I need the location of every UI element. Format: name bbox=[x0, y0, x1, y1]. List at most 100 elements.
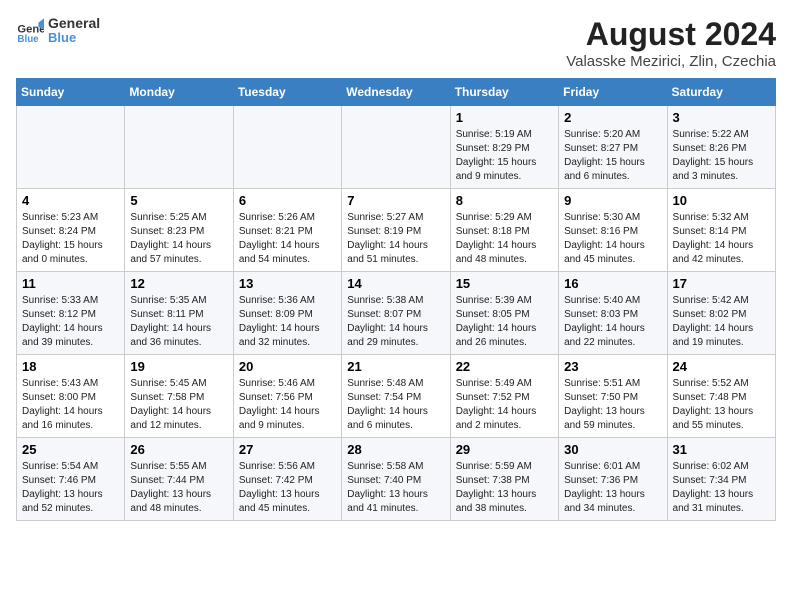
day-info: Sunrise: 5:39 AM Sunset: 8:05 PM Dayligh… bbox=[456, 295, 537, 348]
day-cell: 9 Sunrise: 5:30 AM Sunset: 8:16 PM Daylig… bbox=[559, 189, 667, 272]
calendar-header: SundayMondayTuesdayWednesdayThursdayFrid… bbox=[17, 79, 776, 106]
day-info: Sunrise: 5:25 AM Sunset: 8:23 PM Dayligh… bbox=[130, 212, 211, 265]
day-cell: 5 Sunrise: 5:25 AM Sunset: 8:23 PM Daylig… bbox=[125, 189, 233, 272]
logo-blue: Blue bbox=[48, 31, 100, 45]
col-header-wednesday: Wednesday bbox=[342, 79, 450, 106]
day-cell: 16Sunrise: 5:40 AM Sunset: 8:03 PM Dayli… bbox=[559, 272, 667, 355]
week-row-5: 25 Sunrise: 5:54 AM Sunset: 7:46 PM Dayli… bbox=[17, 438, 776, 521]
day-info: Sunrise: 5:51 AM Sunset: 7:50 PM Dayligh… bbox=[564, 378, 645, 431]
page-subtitle: Valasske Mezirici, Zlin, Czechia bbox=[566, 53, 776, 70]
day-number: 5 bbox=[130, 193, 227, 208]
day-cell: 23 Sunrise: 5:51 AM Sunset: 7:50 PM Dayli… bbox=[559, 355, 667, 438]
day-cell: 7 Sunrise: 5:27 AM Sunset: 8:19 PM Daylig… bbox=[342, 189, 450, 272]
day-number: 29 bbox=[456, 442, 553, 457]
day-cell: 18 Sunrise: 5:43 AM Sunset: 8:00 PM Dayli… bbox=[17, 355, 125, 438]
day-info: Sunrise: 5:46 AM Sunset: 7:56 PM Dayligh… bbox=[239, 378, 320, 431]
day-info: Sunrise: 6:02 AM Sunset: 7:34 PM Dayligh… bbox=[673, 461, 754, 514]
day-info: Sunrise: 5:32 AM Sunset: 8:14 PM Dayligh… bbox=[673, 212, 754, 265]
day-cell: 4Sunrise: 5:23 AM Sunset: 8:24 PM Daylig… bbox=[17, 189, 125, 272]
day-info: Sunrise: 5:35 AM Sunset: 8:11 PM Dayligh… bbox=[130, 295, 211, 348]
day-cell: 10 Sunrise: 5:32 AM Sunset: 8:14 PM Dayli… bbox=[667, 189, 775, 272]
day-cell: 22Sunrise: 5:49 AM Sunset: 7:52 PM Dayli… bbox=[450, 355, 558, 438]
day-number: 21 bbox=[347, 359, 444, 374]
day-cell: 12 Sunrise: 5:35 AM Sunset: 8:11 PM Dayli… bbox=[125, 272, 233, 355]
day-info: Sunrise: 5:33 AM Sunset: 8:12 PM Dayligh… bbox=[22, 295, 103, 348]
week-row-4: 18 Sunrise: 5:43 AM Sunset: 8:00 PM Dayli… bbox=[17, 355, 776, 438]
day-info: Sunrise: 5:26 AM Sunset: 8:21 PM Dayligh… bbox=[239, 212, 320, 265]
day-number: 23 bbox=[564, 359, 661, 374]
day-number: 13 bbox=[239, 276, 336, 291]
day-cell: 27 Sunrise: 5:56 AM Sunset: 7:42 PM Dayli… bbox=[233, 438, 341, 521]
day-number: 2 bbox=[564, 110, 661, 125]
day-number: 18 bbox=[22, 359, 119, 374]
day-info: Sunrise: 5:22 AM Sunset: 8:26 PM Dayligh… bbox=[673, 129, 754, 182]
day-cell: 20 Sunrise: 5:46 AM Sunset: 7:56 PM Dayli… bbox=[233, 355, 341, 438]
day-info: Sunrise: 5:54 AM Sunset: 7:46 PM Dayligh… bbox=[22, 461, 103, 514]
col-header-monday: Monday bbox=[125, 79, 233, 106]
day-number: 31 bbox=[673, 442, 770, 457]
calendar-table: SundayMondayTuesdayWednesdayThursdayFrid… bbox=[16, 78, 776, 521]
day-cell bbox=[342, 106, 450, 189]
col-header-friday: Friday bbox=[559, 79, 667, 106]
day-cell bbox=[233, 106, 341, 189]
day-cell: 26Sunrise: 5:55 AM Sunset: 7:44 PM Dayli… bbox=[125, 438, 233, 521]
day-info: Sunrise: 5:59 AM Sunset: 7:38 PM Dayligh… bbox=[456, 461, 537, 514]
day-number: 28 bbox=[347, 442, 444, 457]
day-number: 20 bbox=[239, 359, 336, 374]
day-number: 25 bbox=[22, 442, 119, 457]
week-row-1: 1Sunrise: 5:19 AM Sunset: 8:29 PM Daylig… bbox=[17, 106, 776, 189]
col-header-sunday: Sunday bbox=[17, 79, 125, 106]
day-cell: 19 Sunrise: 5:45 AM Sunset: 7:58 PM Dayli… bbox=[125, 355, 233, 438]
day-number: 9 bbox=[564, 193, 661, 208]
day-cell: 30Sunrise: 6:01 AM Sunset: 7:36 PM Dayli… bbox=[559, 438, 667, 521]
day-cell: 11 Sunrise: 5:33 AM Sunset: 8:12 PM Dayli… bbox=[17, 272, 125, 355]
week-row-3: 11 Sunrise: 5:33 AM Sunset: 8:12 PM Dayli… bbox=[17, 272, 776, 355]
day-cell: 14Sunrise: 5:38 AM Sunset: 8:07 PM Dayli… bbox=[342, 272, 450, 355]
day-cell: 31 Sunrise: 6:02 AM Sunset: 7:34 PM Dayli… bbox=[667, 438, 775, 521]
day-cell: 24Sunrise: 5:52 AM Sunset: 7:48 PM Dayli… bbox=[667, 355, 775, 438]
day-info: Sunrise: 5:56 AM Sunset: 7:42 PM Dayligh… bbox=[239, 461, 320, 514]
day-info: Sunrise: 5:36 AM Sunset: 8:09 PM Dayligh… bbox=[239, 295, 320, 348]
calendar-body: 1Sunrise: 5:19 AM Sunset: 8:29 PM Daylig… bbox=[17, 106, 776, 521]
day-info: Sunrise: 5:43 AM Sunset: 8:00 PM Dayligh… bbox=[22, 378, 103, 431]
day-info: Sunrise: 5:45 AM Sunset: 7:58 PM Dayligh… bbox=[130, 378, 211, 431]
day-info: Sunrise: 5:42 AM Sunset: 8:02 PM Dayligh… bbox=[673, 295, 754, 348]
day-number: 12 bbox=[130, 276, 227, 291]
day-cell bbox=[125, 106, 233, 189]
day-info: Sunrise: 6:01 AM Sunset: 7:36 PM Dayligh… bbox=[564, 461, 645, 514]
day-info: Sunrise: 5:58 AM Sunset: 7:40 PM Dayligh… bbox=[347, 461, 428, 514]
day-cell bbox=[17, 106, 125, 189]
day-info: Sunrise: 5:38 AM Sunset: 8:07 PM Dayligh… bbox=[347, 295, 428, 348]
day-cell: 29 Sunrise: 5:59 AM Sunset: 7:38 PM Dayli… bbox=[450, 438, 558, 521]
col-header-saturday: Saturday bbox=[667, 79, 775, 106]
header-row: SundayMondayTuesdayWednesdayThursdayFrid… bbox=[17, 79, 776, 106]
col-header-thursday: Thursday bbox=[450, 79, 558, 106]
day-number: 11 bbox=[22, 276, 119, 291]
day-number: 19 bbox=[130, 359, 227, 374]
day-number: 27 bbox=[239, 442, 336, 457]
day-number: 8 bbox=[456, 193, 553, 208]
day-cell: 8 Sunrise: 5:29 AM Sunset: 8:18 PM Daylig… bbox=[450, 189, 558, 272]
day-cell: 15 Sunrise: 5:39 AM Sunset: 8:05 PM Dayli… bbox=[450, 272, 558, 355]
day-number: 17 bbox=[673, 276, 770, 291]
day-info: Sunrise: 5:49 AM Sunset: 7:52 PM Dayligh… bbox=[456, 378, 537, 431]
col-header-tuesday: Tuesday bbox=[233, 79, 341, 106]
day-cell: 21 Sunrise: 5:48 AM Sunset: 7:54 PM Dayli… bbox=[342, 355, 450, 438]
day-cell: 6Sunrise: 5:26 AM Sunset: 8:21 PM Daylig… bbox=[233, 189, 341, 272]
day-info: Sunrise: 5:29 AM Sunset: 8:18 PM Dayligh… bbox=[456, 212, 537, 265]
day-number: 15 bbox=[456, 276, 553, 291]
day-number: 10 bbox=[673, 193, 770, 208]
day-info: Sunrise: 5:19 AM Sunset: 8:29 PM Dayligh… bbox=[456, 129, 537, 182]
day-info: Sunrise: 5:23 AM Sunset: 8:24 PM Dayligh… bbox=[22, 212, 103, 265]
page-header: General Blue General Blue August 2024 Va… bbox=[16, 16, 776, 70]
day-cell: 28 Sunrise: 5:58 AM Sunset: 7:40 PM Dayli… bbox=[342, 438, 450, 521]
day-number: 7 bbox=[347, 193, 444, 208]
day-info: Sunrise: 5:48 AM Sunset: 7:54 PM Dayligh… bbox=[347, 378, 428, 431]
page-title: August 2024 bbox=[566, 16, 776, 53]
day-info: Sunrise: 5:30 AM Sunset: 8:16 PM Dayligh… bbox=[564, 212, 645, 265]
day-info: Sunrise: 5:55 AM Sunset: 7:44 PM Dayligh… bbox=[130, 461, 211, 514]
day-number: 3 bbox=[673, 110, 770, 125]
title-block: August 2024 Valasske Mezirici, Zlin, Cze… bbox=[566, 16, 776, 70]
logo-icon: General Blue bbox=[16, 17, 44, 45]
day-info: Sunrise: 5:27 AM Sunset: 8:19 PM Dayligh… bbox=[347, 212, 428, 265]
